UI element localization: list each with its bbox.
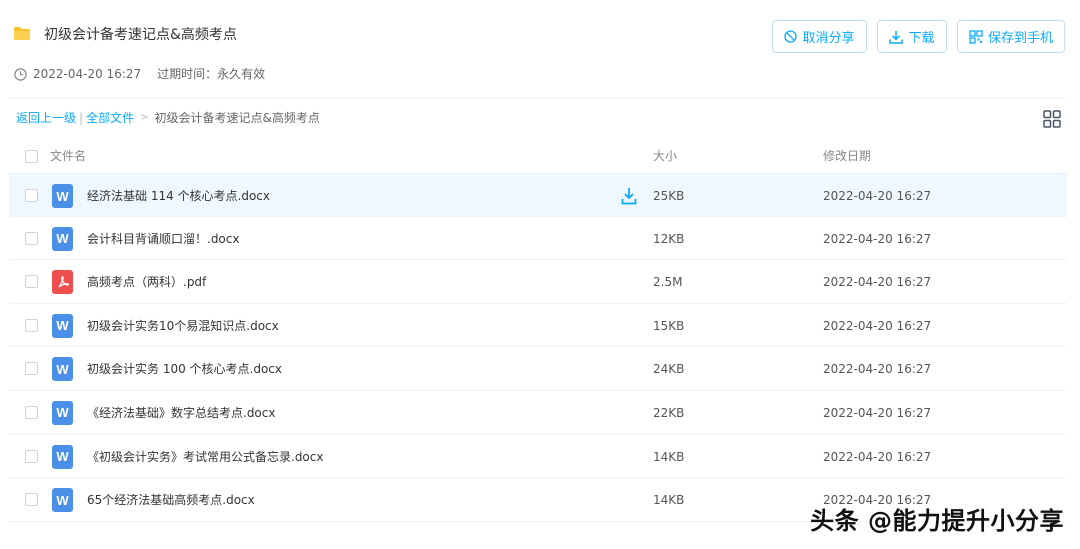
file-name[interactable]: 初级会计实务10个易混知识点.docx (87, 318, 279, 334)
file-name[interactable]: 《初级会计实务》考试常用公式备忘录.docx (87, 449, 323, 465)
file-name[interactable]: 经济法基础 114 个核心考点.docx (87, 188, 270, 204)
save-to-phone-button[interactable]: 保存到手机 (957, 20, 1065, 53)
word-file-icon: W (52, 357, 73, 382)
table-row[interactable]: W 会计科目背诵顺口溜！.docx 12KB 2022-04-20 16:27 (9, 217, 1067, 261)
file-modified-date: 2022-04-20 16:27 (823, 405, 932, 420)
download-icon (889, 30, 904, 44)
file-size: 22KB (653, 405, 685, 420)
word-file-icon: W (52, 400, 73, 425)
column-header-date[interactable]: 修改日期 (823, 148, 871, 164)
column-header-name[interactable]: 文件名 (50, 148, 86, 164)
row-checkbox[interactable] (25, 405, 38, 419)
all-files-link[interactable]: 全部文件 (86, 110, 134, 126)
file-modified-date: 2022-04-20 16:27 (823, 231, 932, 246)
header-divider (9, 98, 1067, 99)
file-name[interactable]: 《经济法基础》数字总结考点.docx (87, 405, 275, 421)
row-checkbox[interactable] (25, 189, 38, 202)
table-row[interactable]: W 初级会计实务 100 个核心考点.docx 24KB 2022-04-20 16:… (9, 347, 1067, 391)
file-list: W 经济法基础 114 个核心考点.docx 25KB 2022-04-20 16:2… (9, 173, 1067, 522)
row-checkbox[interactable] (25, 231, 38, 245)
file-modified-date: 2022-04-20 16:27 (823, 318, 932, 333)
expire-time: 过期时间：永久有效 (157, 67, 266, 81)
share-meta: 2022-04-20 16:27 过期时间：永久有效 (14, 66, 265, 82)
file-modified-date: 2022-04-20 16:27 (823, 449, 932, 464)
row-checkbox[interactable] (25, 493, 38, 507)
qr-icon (969, 29, 983, 44)
folder-icon (14, 27, 30, 40)
back-link[interactable]: 返回上一级 (16, 110, 76, 126)
word-file-icon: W (52, 488, 73, 513)
file-modified-date: 2022-04-20 16:27 (823, 275, 932, 290)
folder-title: 初级会计备考速记点&高频考点 (44, 27, 237, 43)
file-size: 14KB (653, 449, 685, 464)
file-size: 12KB (653, 231, 685, 246)
column-header-size[interactable]: 大小 (653, 148, 677, 164)
word-file-icon: W (52, 184, 73, 208)
table-row[interactable]: W 《经济法基础》数字总结考点.docx 22KB 2022-04-20 16:27 (9, 391, 1067, 435)
cancel-icon (784, 30, 798, 43)
row-checkbox[interactable] (25, 275, 38, 289)
download-label: 下载 (908, 31, 935, 46)
file-name[interactable]: 高频考点（两科）.pdf (87, 274, 206, 290)
word-file-icon: W (52, 226, 73, 251)
file-size: 15KB (653, 318, 685, 333)
word-file-icon: W (52, 313, 73, 338)
file-name[interactable]: 65个经济法基础高频考点.docx (87, 492, 255, 508)
chevron-right-icon: > (140, 112, 149, 123)
file-name[interactable]: 初级会计实务 100 个核心考点.docx (87, 361, 282, 377)
file-name[interactable]: 会计科目背诵顺口溜！.docx (87, 231, 239, 247)
cancel-share-button[interactable]: 取消分享 (772, 20, 867, 53)
clock-icon (14, 67, 27, 81)
row-checkbox[interactable] (25, 449, 38, 463)
watermark: 头条 @能力提升小分享 (810, 507, 1064, 535)
file-size: 14KB (653, 493, 685, 508)
file-size: 2.5M (653, 275, 683, 290)
row-checkbox[interactable] (25, 362, 38, 376)
file-modified-date: 2022-04-20 16:27 (823, 362, 932, 377)
file-modified-date: 2022-04-20 16:27 (823, 189, 932, 203)
table-row[interactable]: W 《初级会计实务》考试常用公式备忘录.docx 14KB 2022-04-20 16… (9, 435, 1067, 479)
save-to-phone-label: 保存到手机 (987, 31, 1053, 46)
share-created-time: 2022-04-20 16:27 (33, 67, 142, 81)
breadcrumb-current: 初级会计备考速记点&高频考点 (154, 111, 320, 125)
download-button[interactable]: 下载 (877, 20, 947, 53)
row-download-icon[interactable] (621, 187, 637, 205)
pdf-file-icon (52, 270, 73, 295)
cancel-share-label: 取消分享 (802, 31, 855, 46)
table-row[interactable]: 高频考点（两科）.pdf 2.5M 2022-04-20 16:27 (9, 260, 1067, 304)
word-file-icon: W (52, 444, 73, 469)
file-size: 24KB (653, 362, 685, 377)
share-header: 初级会计备考速记点&高频考点 2022-04-20 16:27 过期时间：永久有… (0, 0, 1080, 98)
select-all-checkbox[interactable] (25, 150, 38, 163)
breadcrumb: 返回上一级 | 全部文件 > 初级会计备考速记点&高频考点 (16, 110, 320, 126)
table-row[interactable]: W 初级会计实务10个易混知识点.docx 15KB 2022-04-20 16:27 (9, 304, 1067, 348)
table-row[interactable]: W 经济法基础 114 个核心考点.docx 25KB 2022-04-20 16:2… (9, 173, 1067, 217)
file-size: 25KB (653, 189, 685, 203)
file-table-header: 文件名 大小 修改日期 (9, 140, 1067, 172)
breadcrumb-separator: | (79, 111, 84, 125)
grid-view-icon[interactable] (1043, 110, 1061, 128)
row-checkbox[interactable] (25, 318, 38, 332)
